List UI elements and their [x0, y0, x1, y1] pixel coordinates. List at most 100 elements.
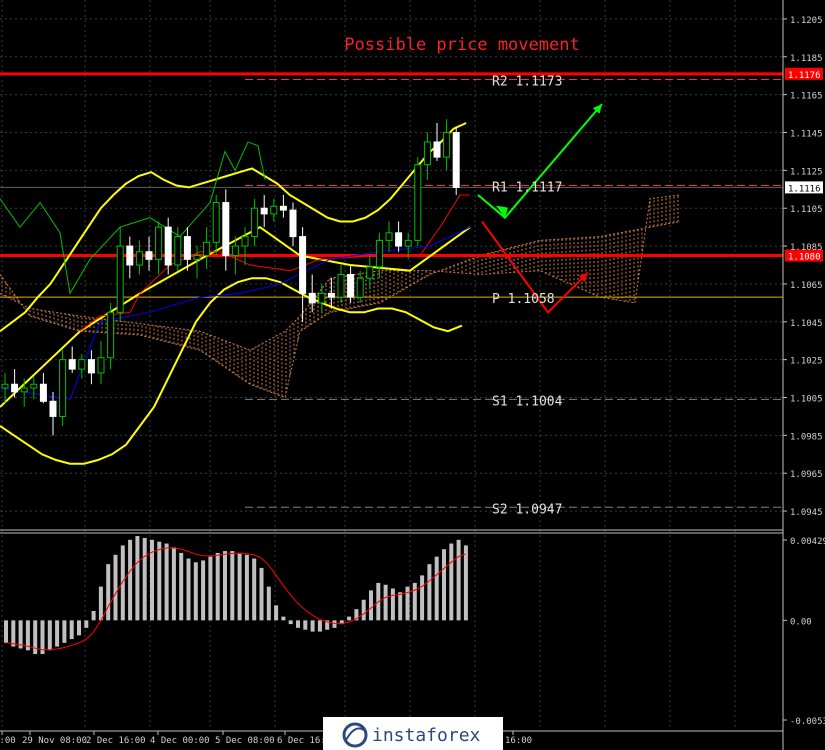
- candle-body: [395, 232, 403, 247]
- histogram-bar: [420, 575, 425, 621]
- candle-body: [49, 400, 57, 417]
- candle-body: [78, 359, 86, 370]
- candle-body: [87, 359, 95, 374]
- price-tick-label: 1.1145: [790, 130, 823, 140]
- candle-body: [433, 141, 441, 158]
- histogram-bar: [332, 620, 337, 628]
- time-tick-label: 2 Dec 16:00: [86, 736, 146, 746]
- histogram-bar: [171, 547, 176, 621]
- candle-body: [347, 273, 355, 298]
- candle-body: [251, 207, 259, 238]
- histogram-bar: [434, 556, 439, 621]
- candle-body: [279, 205, 287, 211]
- candle-body: [260, 207, 268, 215]
- candle-body: [366, 266, 374, 279]
- level-tag-text: 1.1176: [788, 71, 821, 81]
- pivot-label: S2 1.0947: [492, 502, 562, 517]
- candle-body: [68, 359, 76, 370]
- candle-body: [241, 236, 249, 247]
- candle-body: [327, 292, 335, 298]
- price-tick-label: 1.1125: [790, 167, 823, 177]
- histogram-bar: [186, 558, 191, 621]
- histogram-bar: [463, 545, 468, 621]
- price-tick-label: 1.1205: [790, 16, 823, 26]
- candle-body: [39, 383, 47, 402]
- candle-body: [404, 239, 412, 247]
- candle-body: [116, 245, 124, 313]
- price-tick-label: 1.1185: [790, 54, 823, 64]
- candle-body: [385, 232, 393, 241]
- candle-body: [222, 202, 230, 257]
- candle-body: [11, 383, 19, 393]
- histogram-bar: [296, 620, 300, 628]
- candle-body: [231, 245, 239, 257]
- histogram-bar: [164, 543, 169, 621]
- candle-body: [414, 164, 422, 241]
- histogram-bar: [259, 567, 264, 621]
- histogram-bar: [142, 537, 147, 621]
- pivot-label: S1 1.1004: [492, 394, 563, 409]
- candle-body: [299, 236, 307, 294]
- candle-body: [308, 292, 316, 304]
- instaforex-logo: instaforex: [323, 717, 503, 750]
- histogram-bar: [230, 551, 235, 621]
- time-tick-label: 16:00: [505, 736, 532, 746]
- candle-body: [135, 251, 143, 266]
- histogram-bar: [201, 560, 206, 621]
- candle-body: [1, 383, 9, 389]
- histogram-bar: [128, 539, 133, 621]
- histogram-bar: [77, 620, 81, 636]
- histogram-bar: [55, 620, 60, 647]
- price-tick-label: 1.1025: [790, 357, 823, 367]
- histogram-bar: [398, 592, 403, 621]
- price-tick-label: 1.0945: [790, 508, 823, 518]
- histogram-bar: [266, 586, 271, 621]
- histogram-bar: [244, 554, 249, 621]
- histogram-bar: [412, 582, 417, 621]
- current-price-tag-text: 1.1116: [788, 184, 821, 194]
- time-tick-label: 0:00: [0, 736, 16, 746]
- histogram-bar: [427, 564, 432, 621]
- candle-body: [97, 357, 105, 374]
- price-tick-label: 1.0965: [790, 470, 823, 480]
- candle-body: [452, 132, 460, 188]
- histogram-bar: [62, 620, 67, 643]
- price-tick-label: 1.1165: [790, 92, 823, 102]
- candle-body: [289, 209, 297, 238]
- candle-body: [203, 241, 211, 257]
- pivot-label: R1 1.1117: [492, 181, 562, 196]
- candle-body: [30, 383, 38, 389]
- histogram-bar: [69, 620, 74, 640]
- indicator-tick-label: 0.00429: [790, 537, 825, 547]
- forex-chart: 1.1176 1.1080 1.1116 R2 1.1173 R1 1.1117 P 1…: [0, 0, 825, 750]
- histogram-bar: [208, 556, 213, 621]
- indicator-tick-label: -0.00532: [790, 717, 825, 727]
- price-tick-label: 1.1105: [790, 205, 823, 215]
- histogram-bar: [106, 564, 111, 621]
- time-tick-label: 5 Dec 08:00: [215, 736, 275, 746]
- histogram-bar: [47, 620, 52, 651]
- candle-body: [193, 255, 201, 260]
- histogram-bar: [215, 552, 220, 621]
- histogram-bar: [449, 543, 454, 621]
- histogram-bar: [223, 551, 227, 621]
- histogram-bar: [383, 584, 388, 621]
- time-tick-label: 4 Dec 00:00: [150, 736, 210, 746]
- price-tick-label: 1.0985: [790, 432, 823, 442]
- candle-body: [174, 236, 182, 266]
- histogram-bar: [91, 610, 96, 621]
- pivot-label: R2 1.1173: [492, 75, 562, 90]
- histogram-bar: [4, 620, 8, 643]
- indicator-tick-label: 0.00: [790, 617, 812, 627]
- candle-body: [59, 359, 67, 417]
- price-tick-label: 1.1085: [790, 243, 823, 253]
- price-tick-label: 1.1045: [790, 319, 823, 329]
- candle-body: [212, 202, 220, 243]
- histogram-bar: [390, 588, 395, 621]
- histogram-bar: [193, 562, 198, 621]
- candle-body: [375, 239, 383, 268]
- candle-body: [318, 292, 326, 304]
- candle-body: [337, 273, 345, 298]
- candle-body: [443, 132, 451, 158]
- candle-body: [164, 226, 172, 266]
